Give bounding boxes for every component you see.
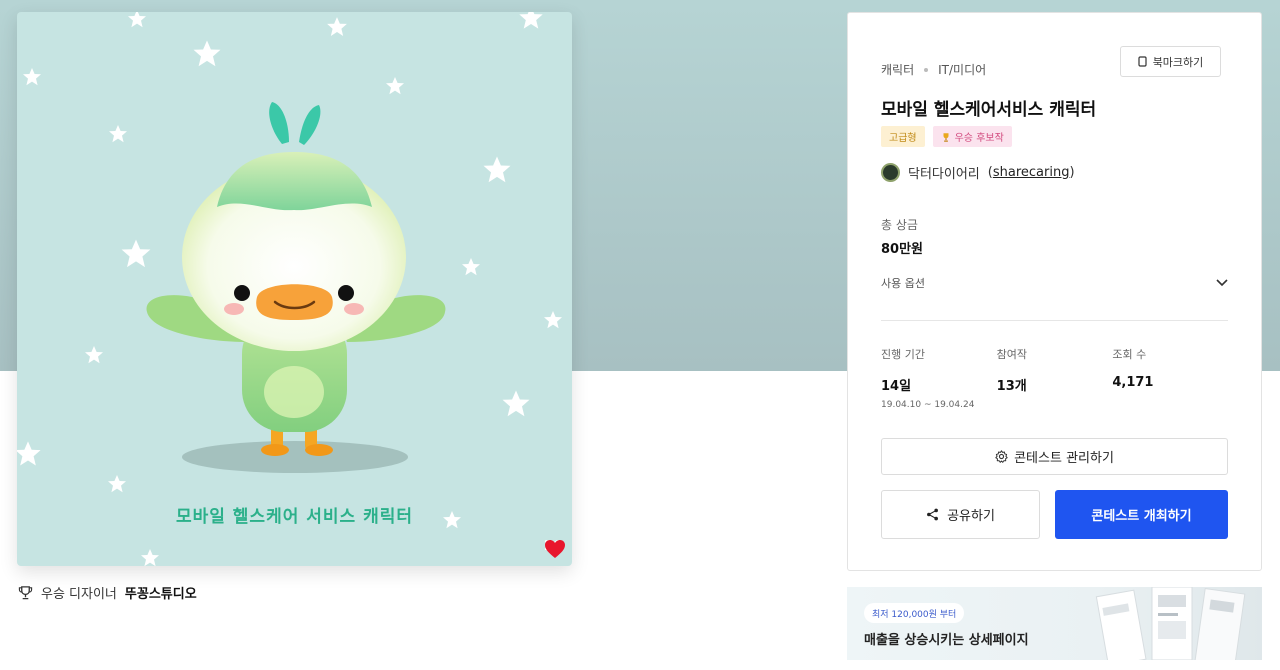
manage-contest-button[interactable]: 콘테스트 관리하기 [881, 438, 1228, 475]
usage-options-toggle[interactable]: 사용 옵션 [881, 271, 1228, 295]
banner-headline: 매출을 상승시키는 상세페이지 [864, 633, 1029, 648]
host-id-link[interactable]: sharecaring [993, 165, 1070, 180]
host-id-wrapper: (sharecaring) [988, 165, 1075, 180]
paren-close: ) [1069, 165, 1075, 180]
chevron-down-icon[interactable] [1216, 279, 1228, 287]
contest-info-panel: 캐릭터 IT/미디어 북마크하기 모바일 헬스케어서비스 캐릭터 고급형 우승 … [847, 12, 1262, 571]
contest-title: 모바일 헬스케어서비스 캐릭터 [881, 100, 1097, 120]
stat-period: 진행 기간 14일 19.04.10 ~ 19.04.24 [881, 346, 997, 410]
prize-value: 80만원 [881, 242, 924, 257]
contest-stats: 진행 기간 14일 19.04.10 ~ 19.04.24 참여작 13개 조회… [881, 346, 1228, 410]
award-badge: 우승 후보작 [932, 126, 1012, 147]
winning-designer: 우승 디자이너 뚜꽁스튜디오 [18, 583, 197, 602]
artwork-caption: 모바일 헬스케어 서비스 캐릭터 [175, 507, 414, 527]
character-illustration [17, 12, 562, 566]
stat-value: 4,171 [1112, 375, 1154, 390]
stat-date-range: 19.04.10 ~ 19.04.24 [881, 400, 975, 410]
award-badge-label: 우승 후보작 [954, 133, 1004, 144]
host-name[interactable]: 닥터다이어리 [908, 163, 980, 182]
badge-group: 고급형 우승 후보작 [881, 126, 1012, 147]
stat-value: 14일 [881, 379, 912, 394]
stat-label: 참여작 [996, 348, 1028, 361]
share-button[interactable]: 공유하기 [881, 490, 1040, 539]
category[interactable]: 캐릭터 [881, 61, 914, 78]
banner-price-pill: 최저 120,000원 부터 [864, 603, 965, 623]
stat-entries: 참여작 13개 [997, 346, 1113, 410]
stat-label: 진행 기간 [881, 348, 925, 361]
bookmark-icon [1138, 56, 1147, 67]
separator-dot [924, 67, 929, 72]
share-icon [927, 508, 939, 521]
promo-banner[interactable]: 최저 120,000원 부터 매출을 상승시키는 상세페이지 [847, 587, 1262, 660]
designer-label: 우승 디자이너 [41, 587, 117, 602]
contest-host[interactable]: 닥터다이어리 (sharecaring) [881, 163, 1075, 182]
trophy-icon [943, 132, 949, 142]
page-mockup-image [1095, 587, 1246, 660]
share-label: 공유하기 [947, 509, 995, 524]
subcategory[interactable]: IT/미디어 [938, 61, 986, 78]
designer-name[interactable]: 뚜꽁스튜디오 [125, 583, 197, 602]
tier-badge: 고급형 [881, 126, 925, 147]
usage-options-label: 사용 옵션 [881, 277, 925, 290]
heart-icon[interactable] [544, 539, 566, 559]
trophy-icon [18, 586, 33, 600]
category-breadcrumb: 캐릭터 IT/미디어 [881, 61, 986, 78]
gear-icon [995, 450, 1008, 463]
host-contest-button[interactable]: 콘테스트 개최하기 [1055, 490, 1228, 539]
contest-artwork[interactable]: 모바일 헬스케어 서비스 캐릭터 26 [17, 12, 572, 566]
stat-views: 조회 수 4,171 [1112, 346, 1228, 410]
prize-label: 총 상금 [881, 218, 918, 232]
bookmark-button[interactable]: 북마크하기 [1120, 46, 1221, 77]
bookmark-label: 북마크하기 [1152, 55, 1204, 69]
host-avatar[interactable] [881, 163, 900, 182]
divider [881, 320, 1228, 321]
manage-contest-label: 콘테스트 관리하기 [1014, 451, 1114, 466]
stat-label: 조회 수 [1112, 348, 1147, 361]
stat-value: 13개 [996, 379, 1027, 394]
like-counter[interactable]: 26 [544, 539, 565, 558]
tier-badge-label: 고급형 [889, 133, 917, 144]
